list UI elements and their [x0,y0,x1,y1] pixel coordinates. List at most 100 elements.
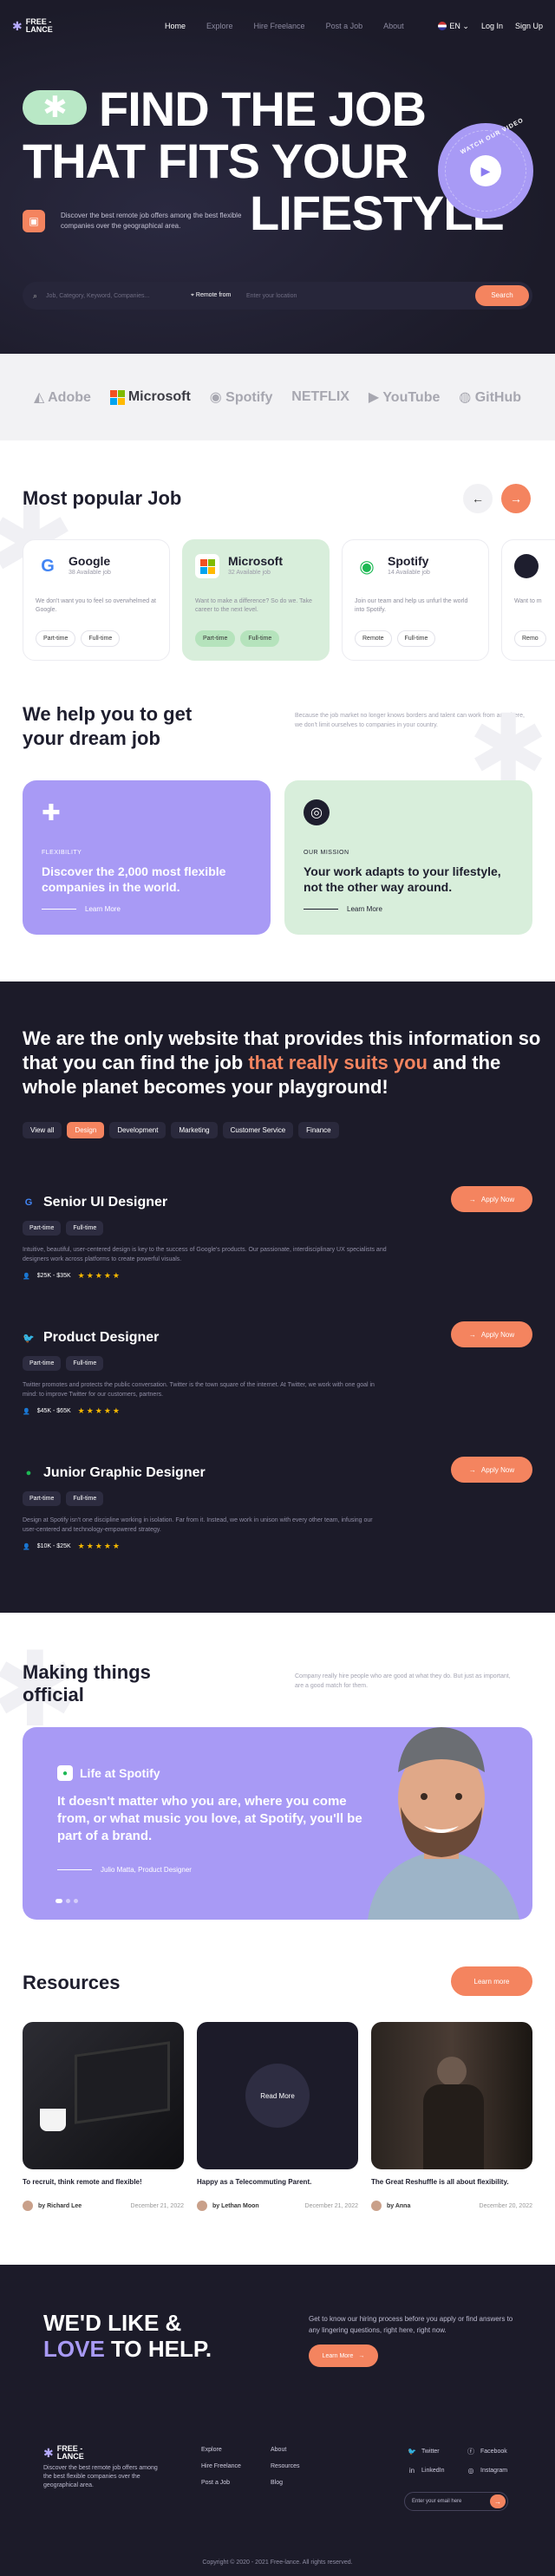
linkedin-link[interactable]: in LinkedIn [408,2466,445,2475]
filter-marketing[interactable]: Marketing [171,1122,218,1138]
facebook-link[interactable]: ⓕ Facebook [467,2447,507,2455]
brand-microsoft: Microsoft [109,389,191,405]
company-desc: Join our team and help us unfurl the wor… [355,598,468,613]
twitter-link[interactable]: 🐦 Twitter [408,2447,444,2455]
tag[interactable]: Part-time [36,630,76,647]
nav-home[interactable]: Home [165,22,186,30]
brand-netflix: NETFLIX [291,389,349,404]
tag[interactable]: Remote [355,630,392,647]
brand-github: ◍ GitHub [459,388,521,406]
resource-author: by Anna [387,2202,411,2209]
job-title[interactable]: Product Designer [43,1330,159,1346]
signup-link[interactable]: Sign Up [515,22,543,30]
nav-post-job[interactable]: Post a Job [326,22,363,30]
footer-learn-more-button[interactable]: Learn More → [309,2344,378,2367]
footer-link-explore[interactable]: Explore [201,2447,241,2453]
resource-author: by Lethan Moon [212,2202,259,2209]
footer-link-post-job[interactable]: Post a Job [201,2480,241,2486]
send-arrow-icon[interactable]: → [490,2494,506,2508]
footer-logo[interactable]: ✱ FREE - LANCE [43,2445,84,2461]
tag[interactable]: Part-time [195,630,236,647]
filter-view-all[interactable]: View all [23,1122,62,1138]
search-button[interactable]: Search [475,285,529,306]
job-card-apple[interactable]: Want to m Remo [501,539,555,661]
testimonial-company: Life at Spotify [80,1766,160,1780]
apply-now-button[interactable]: → Apply Now [451,1321,532,1347]
spotify-icon: ● [57,1765,73,1781]
learn-more-link[interactable]: Learn More [42,905,121,913]
watch-video-button[interactable]: WATCH OUR VIDEO ▶ [438,117,533,218]
tag[interactable]: Remo [514,630,546,647]
jobs-headline: We are the only website that provides th… [23,1027,543,1099]
asterisk-pill-icon: ✱ [23,90,87,126]
search-input[interactable]: Job, Category, Keyword, Companies... [46,293,149,299]
apply-now-button[interactable]: → Apply Now [451,1457,532,1483]
company-desc: Want to make a difference? So do we. Tak… [195,598,312,613]
twitter-label: Twitter [421,2448,440,2455]
brand-github-label: GitHub [474,390,522,405]
learn-more-link[interactable]: Learn More [304,905,382,913]
prev-arrow-icon[interactable]: ← [463,484,493,513]
footer-link-blog[interactable]: Blog [271,2480,299,2486]
company-name: Spotify [388,554,429,568]
hero-line-1-text: FIND THE JOB [99,82,427,136]
brand-spotify-label: Spotify [225,390,273,405]
testimonial-author: Julio Matta, Product Designer [101,1866,192,1874]
learn-more-button[interactable]: Learn more [451,1966,532,1996]
language-selector[interactable]: EN ⌄ [438,22,469,31]
resource-card[interactable]: To recruit, think remote and flexible! b… [23,2022,184,2211]
brand-spotify: ◉ Spotify [210,388,273,406]
footer-link-resources[interactable]: Resources [271,2463,299,2469]
page: ✱ FREE - LANCE Home Explore Hire Freelanc… [0,0,555,2576]
job-title[interactable]: Senior UI Designer [43,1195,167,1210]
nav-hire-freelance[interactable]: Hire Freelance [254,22,305,30]
logo-star-icon: ✱ [43,2445,54,2460]
github-icon: ◍ [459,390,472,405]
job-title[interactable]: Junior Graphic Designer [43,1465,206,1481]
location-input[interactable]: Enter your location [246,293,297,299]
location-pin-icon: ⌖ [191,292,194,298]
company-name: Google [69,554,111,568]
chevron-down-icon: ⌄ [462,21,469,30]
logo-line-2: LANCE [25,25,53,34]
job-card-google[interactable]: G Google 38 Available job We don't want … [23,539,170,661]
logo[interactable]: ✱ FREE - LANCE [12,18,53,34]
testimonial-portrait [368,1727,519,1920]
tag[interactable]: Full-time [81,630,121,647]
resource-title: The Great Reshuffle is all about flexibi… [371,2178,509,2186]
cta-love: LOVE [43,2336,105,2362]
next-arrow-icon[interactable]: → [501,484,531,513]
footer-link-hire[interactable]: Hire Freelance [201,2463,241,2469]
email-input[interactable]: Enter your email here → [404,2492,508,2511]
instagram-link[interactable]: ◎ Instagram [467,2466,508,2475]
apply-now-button[interactable]: → Apply Now [451,1186,532,1212]
nav-about[interactable]: About [383,22,404,30]
tag[interactable]: Full-time [240,630,280,647]
card-label: OUR MISSION [304,850,349,856]
tag[interactable]: Full-time [396,630,436,647]
resource-card[interactable]: The Great Reshuffle is all about flexibi… [371,2022,532,2211]
brand-youtube: ▶ YouTube [369,388,441,406]
target-icon: ◎ [304,799,330,825]
nav-explore[interactable]: Explore [206,22,233,30]
filter-design[interactable]: Design [67,1122,105,1138]
footer-link-about[interactable]: About [271,2447,299,2453]
job-card-spotify[interactable]: ◉ Spotify 14 Available job Join our team… [342,539,489,661]
filter-customer-service[interactable]: Customer Service [222,1122,294,1138]
filter-development[interactable]: Development [109,1122,166,1138]
resource-card[interactable]: Read More Happy as a Telecommuting Paren… [197,2022,358,2211]
job-listing: ● Junior Graphic Designer → Apply Now Part… [23,1453,532,1575]
email-placeholder: Enter your email here [412,2499,462,2504]
login-link[interactable]: Log In [481,22,503,30]
brand-youtube-label: YouTube [382,390,441,405]
cta-line-1: WE'D LIKE & [43,2310,182,2336]
carousel-dots[interactable] [56,1899,78,1903]
job-card-microsoft[interactable]: Microsoft 32 Available job Want to make … [182,539,330,661]
available-count: 14 Available job [388,570,430,576]
person-icon: 👤 [23,1408,30,1415]
learn-more-label: Learn More [347,905,382,913]
google-icon: G [24,1197,33,1208]
filter-finance[interactable]: Finance [298,1122,339,1138]
headline-highlight: that really suits you [248,1052,428,1073]
read-more-button[interactable]: Read More [245,2064,310,2128]
